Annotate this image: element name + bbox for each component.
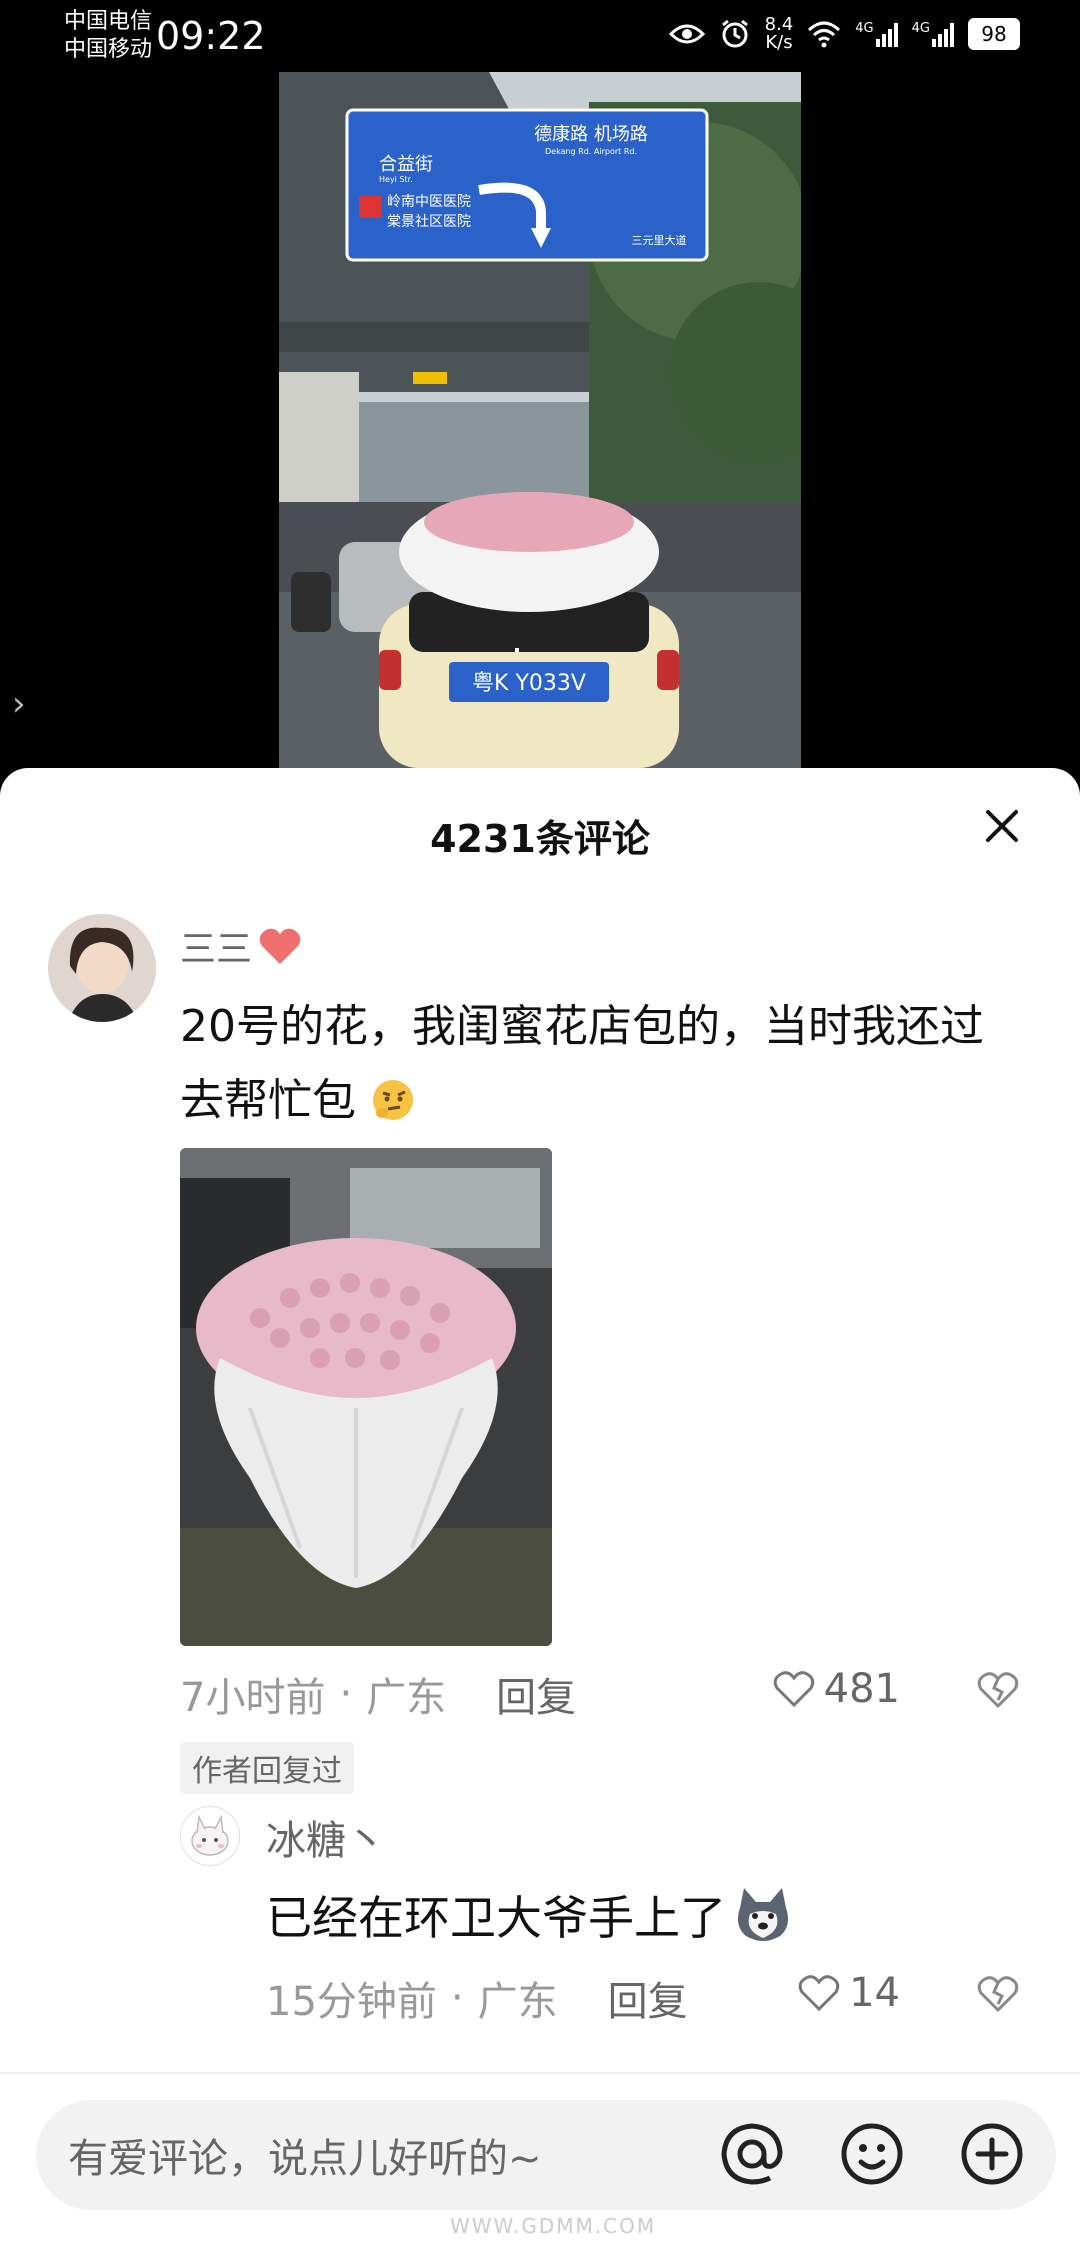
network-speed: 8.4 K/s [765, 16, 794, 52]
reply-username[interactable]: 冰糖丶 [266, 1808, 386, 1866]
dislike-icon[interactable] [976, 1670, 1020, 1710]
emoji-icon[interactable] [834, 2116, 910, 2192]
husky-emoji-icon [738, 1888, 788, 1941]
reply-meta: 15分钟前 · 广东 回复 14 [266, 1970, 1020, 2026]
signal-2: 4G [912, 21, 954, 47]
reply-text-content: 已经在环卫大爷手上了 [266, 1891, 726, 1945]
flower-bouquet-image [180, 1148, 552, 1646]
plate-text: 粤K Y033V [472, 671, 586, 696]
user-photo-image [48, 914, 156, 1022]
comment-input[interactable]: 有爱评论，说点儿好听的~ [68, 2126, 542, 2184]
reply-time: 15分钟前 [266, 1979, 437, 2025]
divider [0, 2072, 1080, 2074]
cartoon-avatar-image [181, 1807, 239, 1865]
video-frame[interactable]: 粤K Y033V 德康路 机场路 Dekang Rd. Airport Rd. … [279, 72, 801, 768]
reply-like-count: 14 [849, 1970, 900, 2016]
reply-button[interactable]: 回复 [496, 1665, 576, 1723]
heart-icon [259, 928, 301, 964]
comment-text: 20号的花，我闺蜜花店包的，当时我还过去帮忙包 [180, 990, 1020, 1138]
like-count: 481 [823, 1666, 900, 1712]
carrier-1: 中国电信 [64, 9, 153, 34]
author-replied-badge: 作者回复过 [180, 1742, 354, 1794]
heart-outline-icon [773, 1671, 814, 1708]
street-scene-image: 粤K Y033V 德康路 机场路 Dekang Rd. Airport Rd. … [279, 72, 801, 768]
signal-bars-1-icon [875, 21, 898, 47]
comments-sheet: 4231条评论 三三 20号的花，我闺蜜花店包的，当时我还过去帮忙包 7小时前 … [0, 768, 1080, 2244]
close-icon[interactable] [980, 804, 1024, 848]
sign-line-2: 合益街 [379, 154, 433, 175]
carrier-2: 中国移动 [64, 37, 153, 62]
dislike-icon[interactable] [976, 1974, 1020, 2014]
chevron-right-icon[interactable]: › [12, 684, 26, 724]
sign-hospital-1: 岭南中医医院 [387, 194, 471, 210]
comment-time: 7小时前 [180, 1675, 326, 1721]
signal-1: 4G [855, 21, 898, 47]
sign-line-1-en: Dekang Rd. Airport Rd. [545, 147, 637, 156]
video-player[interactable]: 粤K Y033V 德康路 机场路 Dekang Rd. Airport Rd. … [0, 72, 1080, 768]
comment-username[interactable]: 三三 [180, 920, 302, 972]
comment-text-content: 20号的花，我闺蜜花店包的，当时我还过去帮忙包 [180, 1001, 984, 1126]
comment-photo[interactable] [180, 1148, 552, 1646]
signal-2-label: 4G [911, 21, 930, 36]
comment-username-text: 三三 [180, 929, 253, 970]
speed-unit: K/s [765, 32, 793, 53]
signal-1-label: 4G [855, 21, 874, 36]
eye-icon [668, 24, 705, 44]
input-actions [714, 2116, 1030, 2192]
like-button[interactable]: 481 [772, 1666, 900, 1712]
meta-separator: · [450, 1975, 464, 2021]
alarm-icon [721, 19, 748, 48]
avatar[interactable] [48, 914, 156, 1022]
reply-reply-button[interactable]: 回复 [608, 1969, 688, 2027]
sign-line-2-en: Heyi Str. [379, 175, 413, 184]
reply-avatar[interactable] [180, 1806, 240, 1866]
add-icon[interactable] [954, 2116, 1030, 2192]
road-sign: 德康路 机场路 Dekang Rd. Airport Rd. 合益街 Heyi … [345, 108, 709, 262]
reply-location: 广东 [477, 1979, 558, 2025]
heart-outline-icon [798, 1975, 840, 2012]
hospital-icon [359, 196, 381, 218]
signal-bars-2-icon [932, 21, 954, 47]
thinking-emoji-icon [373, 1080, 413, 1120]
reply-like-button[interactable]: 14 [797, 1970, 900, 2016]
status-icons: 8.4 K/s 4G 4G 98 [668, 16, 1020, 52]
comment-input-bar[interactable]: 有爱评论，说点儿好听的~ [36, 2100, 1056, 2210]
clock: 09:22 [156, 14, 266, 58]
status-bar: 中国电信 中国移动 09:22 8.4 K/s 4G 4G 98 [0, 0, 1080, 72]
sign-road: 三元里大道 [632, 233, 687, 247]
meta-separator: · [339, 1671, 353, 1717]
comment-meta: 7小时前 · 广东 回复 481 [180, 1666, 1020, 1722]
sign-line-1: 德康路 机场路 [534, 124, 648, 145]
watermark: WWW.GDMM.COM [450, 2214, 657, 2238]
wifi-icon [808, 21, 841, 48]
carrier-info: 中国电信 中国移动 [64, 8, 152, 64]
comment-location: 广东 [366, 1675, 447, 1721]
reply-text: 已经在环卫大爷手上了 [266, 1882, 794, 1948]
comments-count-title: 4231条评论 [430, 817, 650, 861]
sign-hospital-2: 棠景社区医院 [387, 214, 471, 230]
battery-indicator: 98 [968, 18, 1020, 50]
at-mention-icon[interactable] [714, 2116, 790, 2192]
